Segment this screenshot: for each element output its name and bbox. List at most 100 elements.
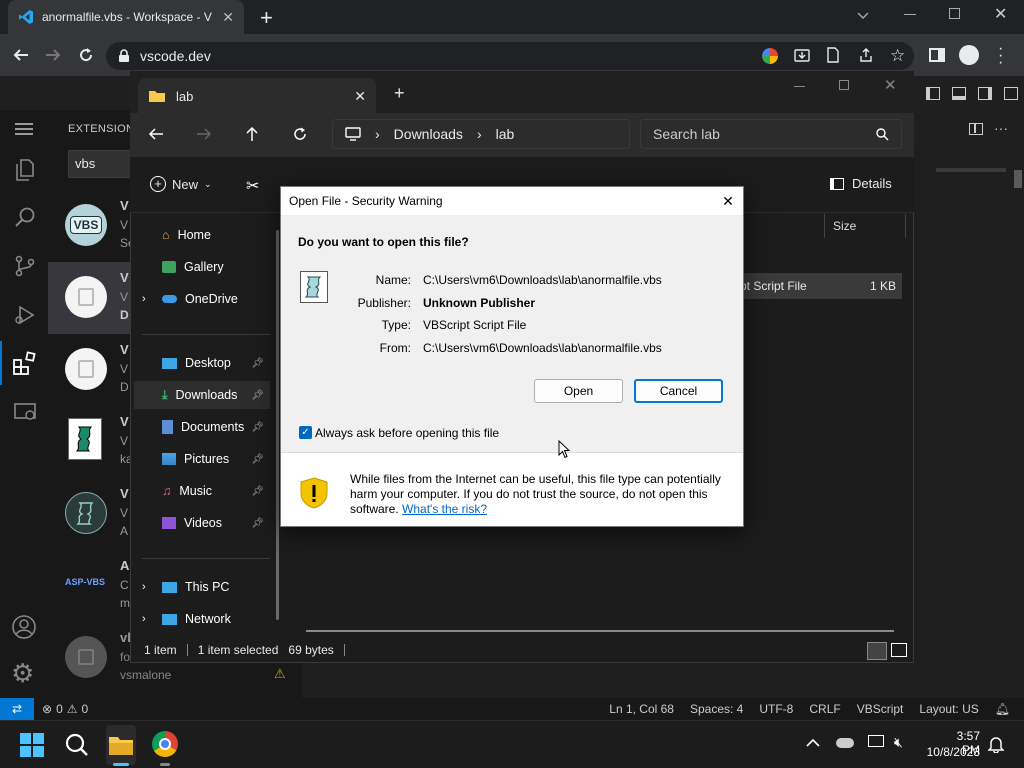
nav-pictures[interactable]: Pictures 📌︎ (134, 445, 270, 473)
side-panel-icon[interactable] (929, 48, 945, 62)
nav-pane-scrollbar[interactable] (276, 230, 279, 620)
reload-icon[interactable] (77, 46, 95, 64)
file-encoding[interactable]: UTF-8 (759, 702, 793, 716)
pin-icon[interactable]: 📌︎ (251, 390, 264, 401)
chrome-menu-icon[interactable]: · · · (998, 41, 1003, 71)
nav-network[interactable]: › Network (134, 605, 270, 633)
refresh-icon[interactable] (292, 126, 308, 142)
back-icon[interactable] (12, 46, 30, 64)
search-icon[interactable] (13, 205, 37, 229)
address-breadcrumb[interactable]: › Downloads › lab (332, 119, 630, 149)
windows-start-icon[interactable] (20, 733, 44, 757)
notification-bell-icon[interactable] (988, 735, 1004, 753)
always-ask-checkbox[interactable]: ✓ (299, 426, 312, 439)
nav-videos[interactable]: Videos 📌︎ (134, 509, 270, 537)
lock-icon[interactable] (118, 49, 130, 63)
close-tab-icon[interactable]: ✕ (222, 9, 234, 26)
nav-documents[interactable]: Documents 📌︎ (134, 413, 270, 441)
share-icon[interactable] (858, 47, 874, 63)
problems-error-icon[interactable]: ⊗ (42, 702, 52, 716)
size-column-header[interactable]: Size (824, 214, 906, 238)
pin-icon[interactable]: 📌︎ (251, 454, 264, 465)
cursor-position[interactable]: Ln 1, Col 68 (609, 702, 674, 716)
nav-this-pc[interactable]: › This PC (134, 573, 270, 601)
minimize-window-icon[interactable] (904, 14, 916, 15)
notifications-bell-icon[interactable]: 🔔︎ (995, 702, 1010, 716)
tiles-view-icon[interactable] (891, 643, 907, 657)
taskbar-search-icon[interactable] (64, 732, 90, 758)
search-box[interactable]: Search lab (640, 119, 902, 149)
nav-music[interactable]: ♫ Music 📌︎ (134, 477, 270, 505)
explorer-minimize-icon[interactable] (794, 86, 805, 87)
explorer-tab[interactable]: lab ✕ (138, 78, 376, 114)
nav-gallery[interactable]: Gallery (134, 253, 270, 281)
cut-icon[interactable]: ✂ (246, 176, 259, 196)
remote-explorer-icon[interactable] (13, 400, 37, 424)
nav-onedrive[interactable]: › OneDrive (134, 285, 270, 313)
editor-scrollbar[interactable] (1014, 170, 1022, 188)
open-button[interactable]: Open (534, 379, 623, 403)
close-tab-icon[interactable]: ✕ (354, 88, 366, 105)
address-bar[interactable]: vscode.dev (106, 42, 914, 70)
pin-icon[interactable]: 📌︎ (251, 486, 264, 497)
warning-count[interactable]: 0 (82, 702, 89, 716)
file-row-selected[interactable]: pt Script File 1 KB (740, 273, 902, 299)
bookmark-star-icon[interactable]: ☆ (890, 46, 905, 66)
pin-icon[interactable]: 📌︎ (251, 518, 264, 529)
pin-icon[interactable]: 📌︎ (251, 358, 264, 369)
warning-icon[interactable]: ⚠ (274, 666, 286, 682)
accounts-icon[interactable] (11, 614, 37, 640)
remote-indicator-icon[interactable]: ⇄ (0, 698, 34, 720)
breadcrumb-downloads[interactable]: Downloads (394, 126, 463, 142)
pin-icon[interactable]: 📌︎ (251, 422, 264, 433)
volume-muted-icon[interactable]: 🔇︎ (894, 734, 903, 751)
onedrive-tray-icon[interactable] (836, 738, 854, 748)
source-control-icon[interactable] (13, 254, 37, 278)
always-ask-label[interactable]: Always ask before opening this file (315, 426, 499, 440)
network-tray-icon[interactable] (868, 735, 884, 747)
dialog-close-icon[interactable]: ✕ (713, 193, 743, 210)
breadcrumb-lab[interactable]: lab (496, 126, 515, 142)
manage-gear-icon[interactable]: ⚙ (11, 660, 34, 686)
up-arrow-icon[interactable] (244, 126, 260, 142)
expand-chevron-icon[interactable]: › (142, 581, 146, 593)
explorer-close-icon[interactable]: ✕ (884, 76, 897, 94)
nav-downloads[interactable]: ⤓ Downloads 📌︎ (134, 381, 270, 409)
install-app-icon[interactable] (794, 47, 810, 63)
nav-desktop[interactable]: Desktop 📌︎ (134, 349, 270, 377)
new-tab-button[interactable]: + (394, 83, 405, 104)
split-editor-icon[interactable] (969, 123, 983, 135)
extensions-icon[interactable] (12, 350, 38, 376)
chrome-taskbar-icon[interactable] (152, 731, 178, 757)
toggle-primary-sidebar-icon[interactable] (926, 87, 940, 100)
indentation[interactable]: Spaces: 4 (690, 702, 743, 716)
expand-chevron-icon[interactable]: › (142, 613, 146, 625)
toggle-secondary-sidebar-icon[interactable] (978, 87, 992, 100)
more-actions-icon[interactable]: ··· (994, 120, 1008, 136)
run-debug-icon[interactable] (13, 303, 37, 327)
forward-arrow-icon[interactable] (196, 126, 212, 142)
whats-the-risk-link[interactable]: What's the risk? (402, 502, 487, 516)
show-hidden-icons-chevron-icon[interactable] (806, 738, 820, 748)
details-button[interactable]: Details (830, 176, 892, 191)
language-mode[interactable]: VBScript (857, 702, 904, 716)
problems-warning-icon[interactable]: ⚠ (67, 702, 78, 716)
horizontal-scrollbar[interactable] (306, 630, 894, 632)
this-pc-monitor-icon[interactable] (345, 127, 361, 141)
explorer-maximize-icon[interactable] (839, 80, 849, 90)
toggle-panel-icon[interactable] (952, 87, 966, 100)
new-tab-button[interactable]: + (260, 5, 273, 31)
details-view-icon[interactable] (867, 642, 887, 660)
explorer-icon[interactable] (13, 158, 37, 182)
restore-window-icon[interactable] (949, 8, 960, 19)
google-icon[interactable] (762, 48, 778, 64)
back-arrow-icon[interactable] (148, 126, 164, 142)
error-count[interactable]: 0 (56, 702, 63, 716)
nav-home[interactable]: ⌂ Home (134, 221, 270, 249)
tab-search-icon[interactable] (856, 8, 870, 22)
profile-avatar-icon[interactable] (959, 45, 979, 65)
cancel-button[interactable]: Cancel (634, 379, 723, 403)
keyboard-layout[interactable]: Layout: US (919, 702, 978, 716)
page-action-icon[interactable] (826, 47, 840, 63)
file-explorer-taskbar-icon[interactable] (106, 725, 136, 765)
